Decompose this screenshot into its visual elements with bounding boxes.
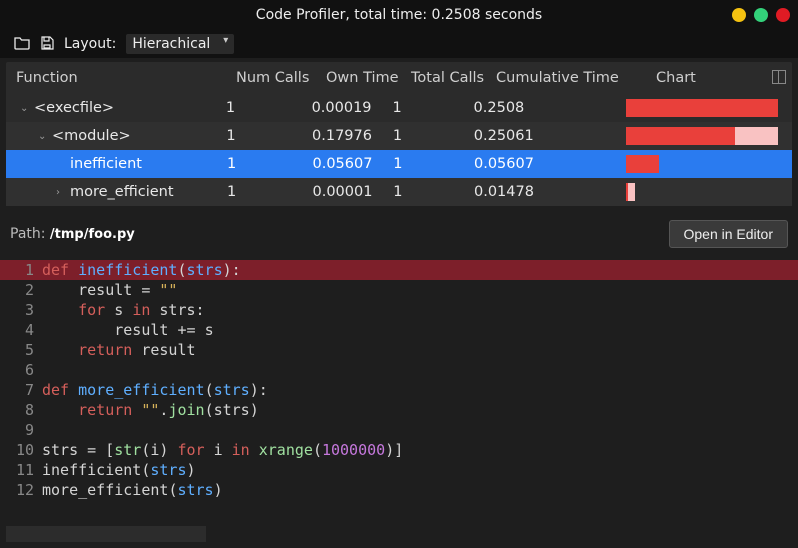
header-num-calls[interactable]: Num Calls <box>236 70 326 86</box>
line-number: 3 <box>10 300 42 320</box>
horizontal-scrollbar[interactable] <box>6 526 206 542</box>
own-time-cell: 0.00019 <box>312 100 393 116</box>
code-line[interactable]: 1def inefficient(strs): <box>0 260 798 280</box>
total-calls-cell: 1 <box>393 184 474 200</box>
function-cell: › more_efficient <box>16 184 227 200</box>
code-text: def inefficient(strs): <box>42 260 241 280</box>
table-row[interactable]: ⌄<execfile>10.0001910.2508 <box>6 94 792 122</box>
code-line[interactable]: 4 result += s <box>0 320 798 340</box>
expander-icon[interactable]: ⌄ <box>38 131 48 142</box>
function-cell: inefficient <box>16 156 227 172</box>
path-row: Path: /tmp/foo.py Open in Editor <box>0 206 798 256</box>
num-calls-cell: 1 <box>227 156 313 172</box>
chart-cell <box>626 99 782 117</box>
save-icon[interactable] <box>40 36 54 53</box>
function-name: more_efficient <box>70 184 174 200</box>
table-row[interactable]: ⌄<module>10.1797610.25061 <box>6 122 792 150</box>
line-number: 5 <box>10 340 42 360</box>
path-display: Path: /tmp/foo.py <box>10 226 135 242</box>
line-number: 4 <box>10 320 42 340</box>
num-calls-cell: 1 <box>227 184 313 200</box>
code-line[interactable]: 5 return result <box>0 340 798 360</box>
line-number: 11 <box>10 460 42 480</box>
code-text: inefficient(strs) <box>42 460 196 480</box>
table-row[interactable]: ›more_efficient10.0000110.01478 <box>6 178 792 206</box>
num-calls-cell: 1 <box>226 100 312 116</box>
expander-icon[interactable]: › <box>56 187 66 198</box>
close-icon[interactable] <box>776 8 790 22</box>
own-time-cell: 0.00001 <box>313 184 394 200</box>
profiler-table: Function Num Calls Own Time Total Calls … <box>6 62 792 206</box>
line-number: 1 <box>10 260 42 280</box>
cumulative-cell: 0.05607 <box>474 156 626 172</box>
minimize-icon[interactable] <box>732 8 746 22</box>
chart-cell <box>626 127 782 145</box>
function-cell: ⌄ <module> <box>16 128 226 144</box>
header-function[interactable]: Function <box>16 70 236 86</box>
function-name: inefficient <box>70 156 142 172</box>
table-row[interactable]: inefficient10.0560710.05607 <box>6 150 792 178</box>
code-line[interactable]: 2 result = "" <box>0 280 798 300</box>
cumulative-cell: 0.25061 <box>474 128 626 144</box>
maximize-icon[interactable] <box>754 8 768 22</box>
code-text: more_efficient(strs) <box>42 480 223 500</box>
code-line[interactable]: 11inefficient(strs) <box>0 460 798 480</box>
toolbar: Layout: Hierachical <box>0 30 798 58</box>
code-line[interactable]: 10strs = [str(i) for i in xrange(1000000… <box>0 440 798 460</box>
open-folder-icon[interactable] <box>14 36 30 53</box>
code-line[interactable]: 9 <box>0 420 798 440</box>
code-line[interactable]: 12more_efficient(strs) <box>0 480 798 500</box>
total-calls-cell: 1 <box>393 100 474 116</box>
own-time-cell: 0.05607 <box>313 156 394 172</box>
line-number: 12 <box>10 480 42 500</box>
columns-config-icon[interactable] <box>772 70 786 84</box>
layout-select[interactable]: Hierachical <box>126 34 234 54</box>
path-label: Path: <box>10 226 50 242</box>
table-body: ⌄<execfile>10.0001910.2508⌄<module>10.17… <box>6 94 792 206</box>
chart-cell <box>626 183 782 201</box>
line-number: 8 <box>10 400 42 420</box>
layout-select-value: Hierachical <box>132 36 210 52</box>
code-line[interactable]: 6 <box>0 360 798 380</box>
total-calls-cell: 1 <box>393 128 474 144</box>
line-number: 6 <box>10 360 42 380</box>
header-total-calls[interactable]: Total Calls <box>411 70 496 86</box>
code-text: strs = [str(i) for i in xrange(1000000)] <box>42 440 403 460</box>
code-viewer[interactable]: 1def inefficient(strs):2 result = ""3 fo… <box>0 256 798 500</box>
function-cell: ⌄ <execfile> <box>16 100 226 116</box>
window-controls <box>732 0 790 30</box>
own-time-cell: 0.17976 <box>312 128 393 144</box>
code-text: return "".join(strs) <box>42 400 259 420</box>
line-number: 9 <box>10 420 42 440</box>
code-text: result = "" <box>42 280 177 300</box>
num-calls-cell: 1 <box>226 128 312 144</box>
header-own-time[interactable]: Own Time <box>326 70 411 86</box>
code-text: return result <box>42 340 196 360</box>
header-cumulative[interactable]: Cumulative Time <box>496 70 656 86</box>
line-number: 10 <box>10 440 42 460</box>
line-number: 7 <box>10 380 42 400</box>
total-calls-cell: 1 <box>393 156 474 172</box>
chart-cell <box>626 155 782 173</box>
function-name: <module> <box>52 128 131 144</box>
code-text: def more_efficient(strs): <box>42 380 268 400</box>
window-title: Code Profiler, total time: 0.2508 second… <box>256 7 542 23</box>
cumulative-cell: 0.2508 <box>474 100 626 116</box>
code-line[interactable]: 7def more_efficient(strs): <box>0 380 798 400</box>
code-line[interactable]: 8 return "".join(strs) <box>0 400 798 420</box>
table-header-row: Function Num Calls Own Time Total Calls … <box>6 62 792 94</box>
function-name: <execfile> <box>34 100 114 116</box>
header-chart[interactable]: Chart <box>656 70 782 86</box>
code-line[interactable]: 3 for s in strs: <box>0 300 798 320</box>
cumulative-cell: 0.01478 <box>474 184 626 200</box>
code-text: for s in strs: <box>42 300 205 320</box>
line-number: 2 <box>10 280 42 300</box>
path-value: /tmp/foo.py <box>50 227 135 242</box>
code-text: result += s <box>42 320 214 340</box>
layout-label: Layout: <box>64 36 116 52</box>
titlebar: Code Profiler, total time: 0.2508 second… <box>0 0 798 30</box>
expander-icon[interactable]: ⌄ <box>20 103 30 114</box>
open-in-editor-button[interactable]: Open in Editor <box>669 220 789 248</box>
